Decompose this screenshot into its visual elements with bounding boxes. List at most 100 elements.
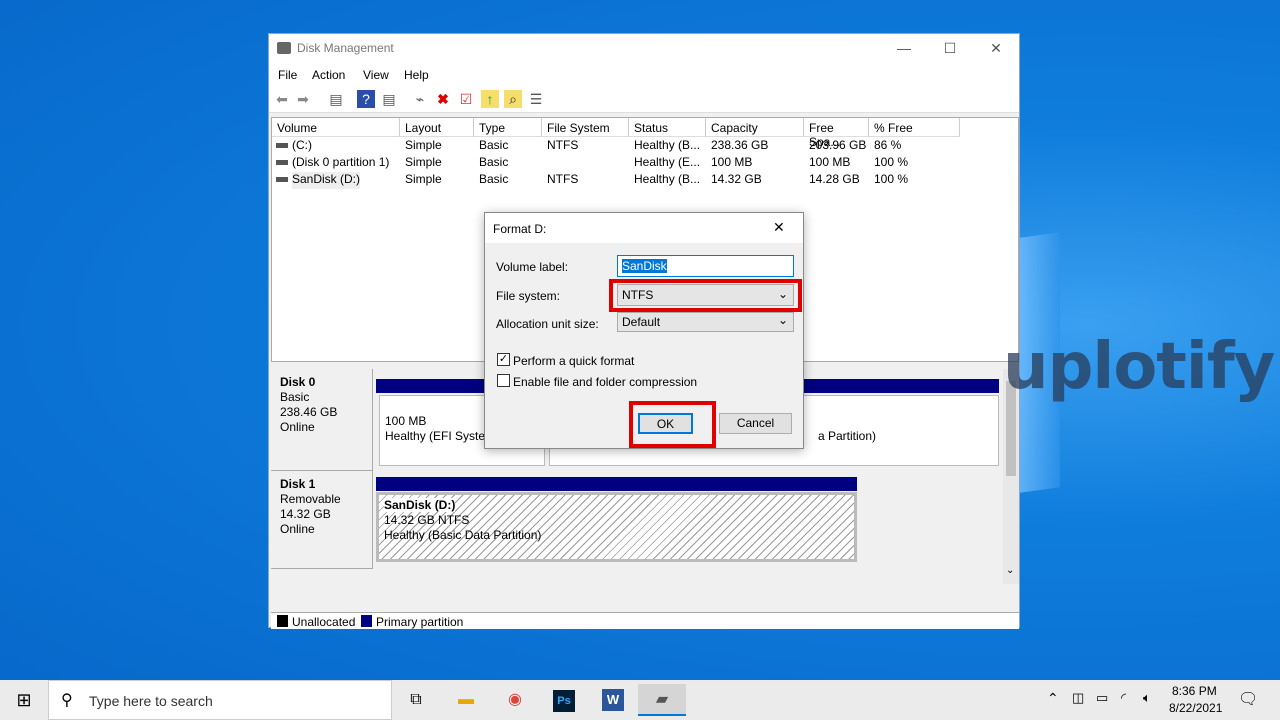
volume-icon[interactable]: 🔈︎: [1143, 690, 1151, 706]
start-button[interactable]: ⊞: [0, 684, 48, 716]
column-layout[interactable]: Layout: [400, 118, 474, 137]
table-cell: Basic: [479, 155, 509, 169]
table-cell: NTFS: [547, 138, 579, 152]
clock-date[interactable]: 8/22/2021: [1169, 701, 1222, 715]
column-type[interactable]: Type: [474, 118, 542, 137]
disk-0-info[interactable]: Disk 0 Basic 238.46 GB Online: [271, 369, 373, 471]
table-cell: 86 %: [874, 138, 902, 152]
partition-size: 100 MB: [385, 414, 427, 428]
quick-format-checkbox[interactable]: ✓: [497, 353, 510, 366]
dialog-close-button[interactable]: ✕: [773, 219, 785, 236]
search-folder-icon[interactable]: ⌕: [504, 90, 522, 108]
folder-up-icon[interactable]: ↑: [481, 90, 499, 108]
allocation-unit-label: Allocation unit size:: [496, 317, 599, 331]
menu-view[interactable]: View: [363, 68, 389, 82]
cancel-button[interactable]: Cancel: [719, 413, 792, 434]
table-cell: 203.96 GB: [809, 138, 867, 152]
column-status[interactable]: Status: [629, 118, 706, 137]
wifi-icon[interactable]: ◜: [1121, 690, 1126, 706]
table-cell: Basic: [479, 138, 509, 152]
notifications-icon[interactable]: 🗨︎: [1238, 689, 1258, 709]
menu-action[interactable]: Action: [312, 68, 345, 82]
compression-label[interactable]: Enable file and folder compression: [513, 375, 697, 389]
legend-primary: Primary partition: [376, 615, 464, 629]
list-icon[interactable]: ☰: [527, 90, 545, 108]
disk-status: Online: [280, 522, 315, 536]
disk-type: Removable: [280, 492, 341, 506]
column-file-system[interactable]: File System: [542, 118, 629, 137]
table-cell: Simple: [405, 155, 442, 169]
disk-name: Disk 1: [280, 477, 316, 491]
compression-checkbox[interactable]: [497, 374, 510, 387]
menu-help[interactable]: Help: [404, 68, 429, 82]
column-percent-free[interactable]: % Free: [869, 118, 960, 137]
console-icon[interactable]: ▤: [327, 90, 345, 108]
table-cell: 100 %: [874, 155, 909, 169]
drive-icon: [276, 143, 288, 148]
delete-icon[interactable]: ✖: [434, 90, 452, 108]
meet-now-icon[interactable]: ◫: [1072, 690, 1084, 706]
column-volume[interactable]: Volume: [272, 118, 400, 137]
minimize-button[interactable]: —: [881, 34, 927, 62]
primary-swatch: [361, 615, 372, 627]
menu-file[interactable]: File: [278, 68, 297, 82]
highlight-file-system: [609, 279, 802, 312]
check-icon[interactable]: ☑: [457, 90, 475, 108]
drive-icon: [276, 160, 288, 165]
close-button[interactable]: ✕: [973, 34, 1019, 62]
watermark-logo: uplotify: [1003, 330, 1275, 404]
scroll-down-icon[interactable]: ⌄: [1006, 565, 1014, 576]
partition-bar: [376, 477, 857, 491]
disk-type: Basic: [280, 390, 310, 404]
table-cell: Simple: [405, 172, 442, 186]
partition-name: SanDisk (D:): [384, 498, 456, 512]
help-icon[interactable]: ?: [357, 90, 375, 108]
table-cell: Simple: [405, 138, 442, 152]
back-icon[interactable]: ⬅: [273, 90, 291, 108]
connect-icon[interactable]: ⌁: [411, 90, 429, 108]
file-system-label: File system:: [496, 289, 561, 303]
battery-icon[interactable]: ▭: [1096, 690, 1108, 706]
word-icon[interactable]: W: [602, 689, 624, 711]
table-cell: NTFS: [547, 172, 579, 186]
table-cell: 100 %: [874, 172, 909, 186]
format-dialog: Format D: ✕ Volume label: SanDisk File s…: [484, 212, 804, 449]
allocation-unit-select[interactable]: Default ⌄: [617, 312, 794, 332]
legend: Unallocated Primary partition: [271, 612, 1019, 629]
unallocated-swatch: [277, 615, 288, 627]
task-view-icon[interactable]: ⧉: [392, 684, 440, 716]
disk-management-icon: [277, 42, 291, 54]
volume-label-label: Volume label:: [496, 260, 569, 274]
column-free-space[interactable]: Free Spa...: [804, 118, 869, 149]
maximize-button[interactable]: ☐: [927, 34, 973, 62]
file-explorer-icon[interactable]: ▬: [442, 684, 490, 716]
taskbar: ⊞ ⚲ Type here to search ⧉ ▬ ◉ Ps W ▰ ⌃ ◫…: [0, 680, 1280, 720]
quick-format-label[interactable]: Perform a quick format: [513, 354, 634, 368]
search-placeholder: Type here to search: [89, 693, 213, 709]
chevron-up-icon[interactable]: ⌃: [1047, 690, 1059, 707]
table-cell: Healthy (B...: [634, 138, 701, 152]
title-bar: Disk Management — ☐ ✕: [269, 34, 1019, 62]
volume-label-input[interactable]: SanDisk: [617, 255, 794, 277]
photoshop-icon[interactable]: Ps: [553, 690, 575, 712]
clock-time[interactable]: 8:36 PM: [1172, 684, 1217, 698]
table-cell: (C:): [292, 138, 312, 152]
forward-icon[interactable]: ➡: [294, 90, 312, 108]
properties-icon[interactable]: ▤: [380, 90, 398, 108]
table-cell: 14.28 GB: [809, 172, 860, 186]
chrome-icon[interactable]: ◉: [491, 684, 539, 716]
sandisk-partition[interactable]: SanDisk (D:) 14.32 GB NTFS Healthy (Basi…: [376, 492, 857, 562]
window-title: Disk Management: [297, 41, 394, 55]
disk-size: 14.32 GB: [280, 507, 331, 521]
table-cell: Basic: [479, 172, 509, 186]
search-icon: ⚲: [61, 692, 73, 709]
disk-status: Online: [280, 420, 315, 434]
table-cell: 100 MB: [711, 155, 753, 169]
legend-unallocated: Unallocated: [292, 615, 356, 629]
partition-status: Healthy (EFI System: [385, 429, 496, 443]
table-cell: SanDisk (D:): [292, 172, 361, 189]
disk-management-taskbar-icon[interactable]: ▰: [638, 684, 686, 716]
column-capacity[interactable]: Capacity: [706, 118, 804, 137]
disk-1-info[interactable]: Disk 1 Removable 14.32 GB Online: [271, 471, 373, 569]
search-box[interactable]: ⚲ Type here to search: [48, 680, 392, 720]
